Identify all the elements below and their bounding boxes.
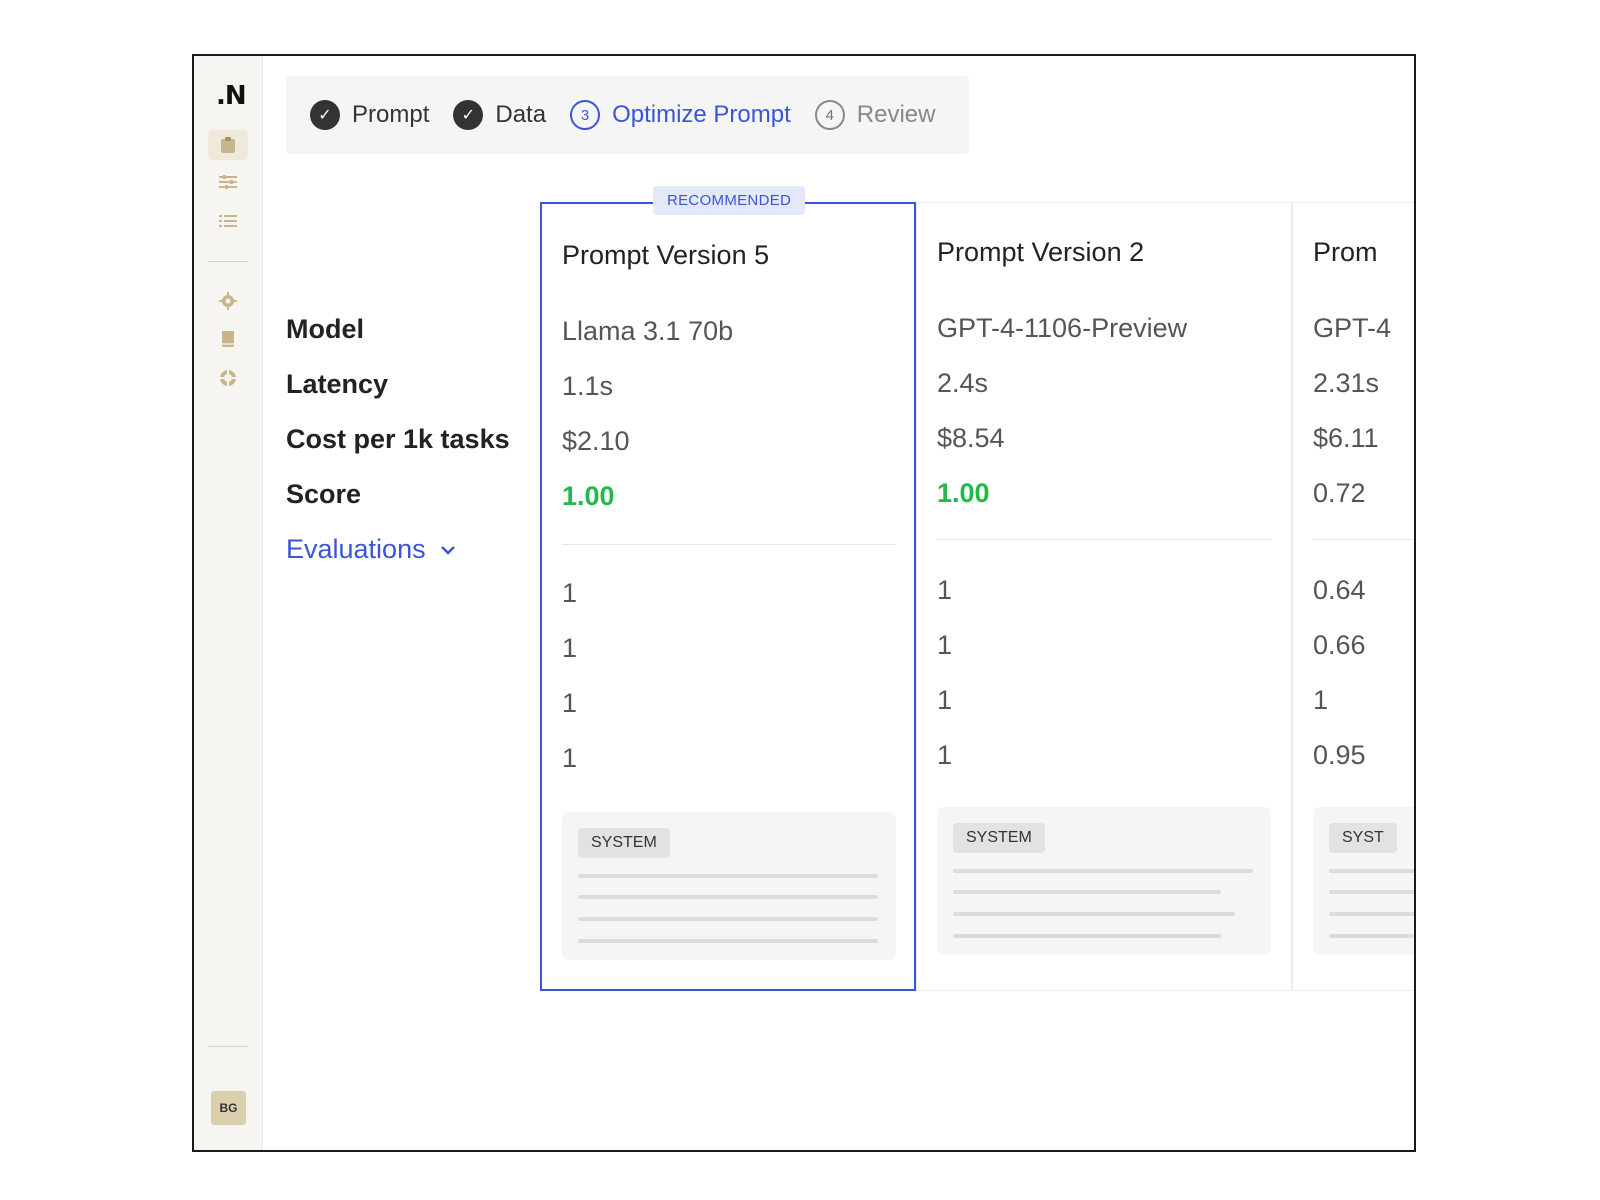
step-number: 4 — [814, 100, 845, 130]
text-placeholder-line — [953, 934, 1221, 938]
cost-value: $8.54 — [937, 423, 1005, 453]
cost-value: $6.11 — [1313, 423, 1379, 453]
row-label-score: Score — [286, 479, 362, 509]
latency-value: 2.4s — [937, 368, 989, 398]
system-prompt-preview[interactable]: SYSTEM — [562, 812, 896, 960]
wizard-stepper: ✓ Prompt ✓ Data 3 Optimize Prompt 4 Revi… — [286, 76, 969, 154]
text-placeholder-line — [953, 912, 1235, 916]
eval-value: 1 — [937, 630, 953, 660]
book-icon[interactable] — [208, 324, 248, 354]
card-divider — [562, 544, 896, 545]
evaluations-toggle[interactable]: Evaluations — [286, 534, 456, 565]
eval-value: 1 — [937, 740, 953, 770]
step-number: 3 — [570, 100, 601, 130]
text-placeholder-line — [953, 890, 1221, 894]
step-review[interactable]: 4 Review — [814, 100, 936, 130]
system-tag: SYSTEM — [953, 823, 1045, 853]
score-value: 1.00 — [562, 481, 615, 511]
clipboard-icon[interactable] — [208, 130, 248, 160]
app-window: .N BG ✓ Prompt ✓ Data 3 Optimize Prompt … — [192, 54, 1416, 1152]
step-optimize-prompt[interactable]: 3 Optimize Prompt — [570, 100, 791, 130]
card-divider — [937, 539, 1271, 540]
model-value: Llama 3.1 70b — [562, 316, 734, 346]
prompt-version-title: Prom — [1313, 237, 1378, 267]
step-data[interactable]: ✓ Data — [453, 100, 546, 130]
step-prompt[interactable]: ✓ Prompt — [310, 100, 429, 130]
eval-value: 0.95 — [1313, 740, 1366, 770]
score-value: 1.00 — [937, 478, 990, 508]
text-placeholder-line — [1329, 934, 1414, 938]
model-value: GPT-4-1106-Preview — [937, 313, 1188, 343]
prompt-version-card[interactable]: Prompt Version 2 GPT-4-1106-Preview 2.4s… — [916, 202, 1292, 991]
eval-value: 1 — [562, 633, 578, 663]
eval-value: 0.64 — [1313, 575, 1366, 605]
eval-value: 1 — [1313, 685, 1329, 715]
eval-value: 1 — [562, 688, 578, 718]
prompt-version-title: Prompt Version 2 — [937, 237, 1145, 267]
eval-value: 1 — [562, 578, 578, 608]
system-prompt-preview[interactable]: SYST — [1313, 807, 1414, 955]
eval-value: 1 — [562, 743, 578, 773]
text-placeholder-line — [578, 895, 878, 899]
list-icon[interactable] — [208, 206, 248, 236]
evaluations-label: Evaluations — [286, 534, 426, 564]
text-placeholder-line — [1329, 890, 1414, 894]
row-label-latency: Latency — [286, 369, 389, 399]
cost-value: $2.10 — [562, 426, 630, 456]
sidebar: .N BG — [194, 56, 263, 1150]
prompt-version-card[interactable]: RECOMMENDED Prompt Version 5 Llama 3.1 7… — [540, 186, 916, 991]
sidebar-divider — [208, 1046, 248, 1047]
lifebuoy-icon[interactable] — [208, 363, 248, 393]
check-icon: ✓ — [310, 100, 340, 130]
text-placeholder-line — [578, 917, 878, 921]
step-label: Data — [495, 101, 547, 128]
system-tag: SYST — [1329, 823, 1397, 853]
row-label-model: Model — [286, 314, 364, 344]
text-placeholder-line — [1329, 869, 1414, 873]
text-placeholder-line — [578, 874, 878, 878]
eval-value: 1 — [937, 685, 953, 715]
step-label: Review — [856, 101, 936, 128]
step-label: Prompt — [352, 101, 430, 128]
system-tag: SYSTEM — [578, 828, 670, 858]
prompt-version-title: Prompt Version 5 — [562, 240, 770, 270]
latency-value: 1.1s — [562, 371, 614, 401]
system-prompt-preview[interactable]: SYSTEM — [937, 807, 1271, 955]
eval-value: 0.66 — [1313, 630, 1366, 660]
chevron-down-icon — [440, 539, 456, 560]
step-label: Optimize Prompt — [612, 101, 791, 128]
sidebar-divider — [208, 261, 248, 262]
text-placeholder-line — [1329, 912, 1414, 916]
user-avatar[interactable]: BG — [211, 1091, 246, 1125]
check-icon: ✓ — [453, 100, 484, 130]
app-logo[interactable]: .N — [216, 81, 247, 111]
card-divider — [1313, 539, 1414, 540]
recommended-badge: RECOMMENDED — [653, 186, 806, 215]
score-value: 0.72 — [1313, 478, 1366, 508]
model-value: GPT-4 — [1313, 313, 1392, 343]
sliders-icon[interactable] — [208, 167, 248, 197]
gear-icon[interactable] — [208, 286, 248, 316]
text-placeholder-line — [578, 939, 878, 943]
latency-value: 2.31s — [1313, 368, 1380, 398]
eval-value: 1 — [937, 575, 953, 605]
prompt-version-card[interactable]: Prom GPT-4 2.31s $6.11 0.72 0.64 0.66 1 … — [1292, 202, 1414, 991]
row-label-cost: Cost per 1k tasks — [286, 424, 510, 454]
text-placeholder-line — [953, 869, 1253, 873]
